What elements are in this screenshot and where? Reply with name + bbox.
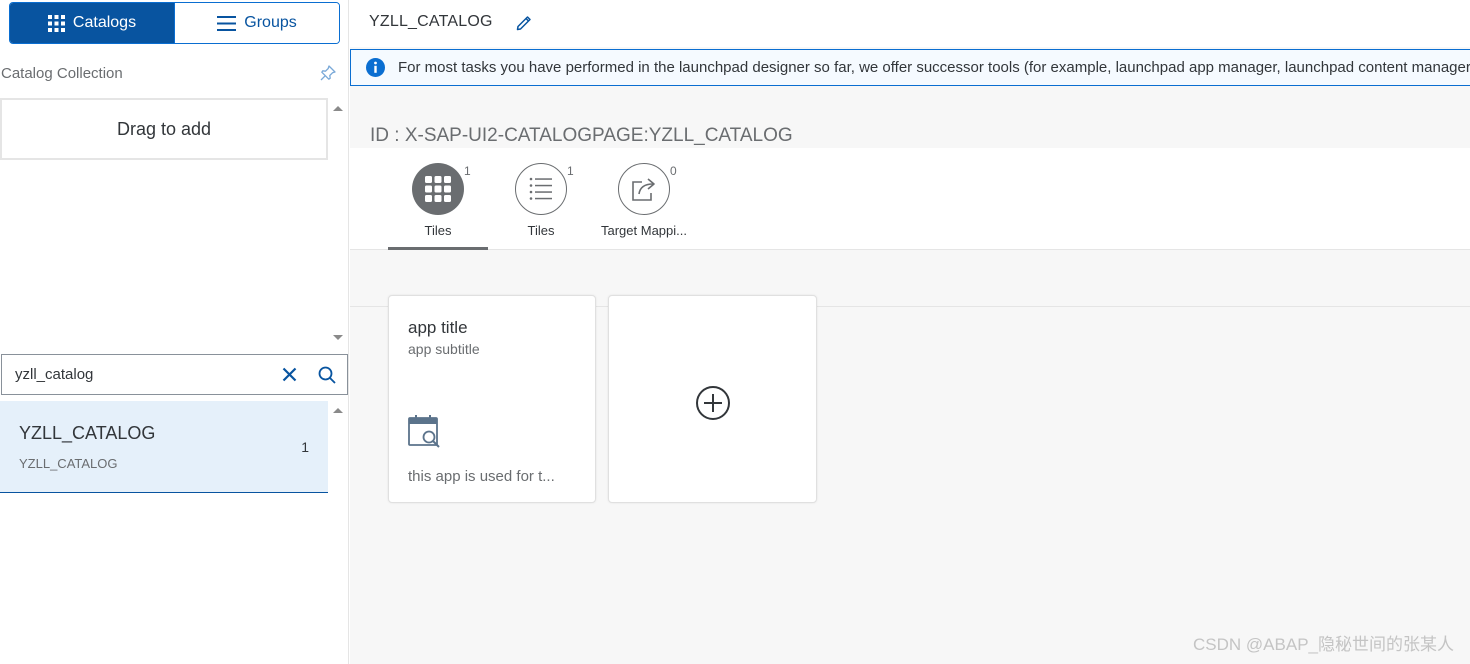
tab-count: 1	[567, 164, 574, 178]
tile-footer: this app is used for t...	[408, 468, 555, 485]
share-icon	[632, 178, 655, 201]
tab-label: Tiles	[527, 223, 555, 238]
tab-icon-circle	[515, 163, 567, 215]
launchpad-designer: Catalogs Groups Catalog Collection Drag …	[0, 0, 1470, 664]
drop-area-text: Drag to add	[116, 118, 212, 139]
list-icon	[529, 177, 552, 200]
detail-header: YZLL_CATALOG	[350, 0, 1470, 47]
tab-label: Tiles	[424, 223, 452, 238]
tab-label: Target Mappi...	[601, 223, 687, 238]
info-icon	[366, 58, 385, 77]
catalog-item-subtitle: YZLL_CATALOG	[19, 456, 118, 471]
catalogs-button[interactable]: Catalogs	[10, 3, 174, 43]
groups-button[interactable]: Groups	[174, 3, 339, 43]
grid-icon	[425, 176, 451, 202]
tab-tiles-list[interactable]: 1 Tiles	[491, 163, 591, 250]
tile-title: app title	[408, 318, 468, 337]
scroll-down-arrow[interactable]	[333, 335, 343, 340]
info-message-strip: For most tasks you have performed in the…	[350, 49, 1470, 86]
catalog-collection-label: Catalog Collection	[1, 65, 123, 82]
edit-icon[interactable]	[515, 13, 534, 32]
catalog-detail: YZLL_CATALOG For most tasks you have per…	[350, 0, 1470, 664]
menu-icon	[217, 15, 237, 31]
search-button[interactable]	[307, 357, 347, 393]
tab-selected-indicator	[388, 247, 488, 250]
clear-search-button[interactable]	[271, 357, 307, 393]
tab-count: 0	[670, 164, 677, 178]
catalogs-label: Catalogs	[72, 14, 137, 31]
search-input[interactable]: yzll_catalog	[2, 366, 271, 383]
add-tile[interactable]	[608, 295, 817, 503]
drop-area[interactable]: Drag to add	[0, 98, 328, 160]
app-tile[interactable]: app title app subtitle this app is used …	[388, 295, 596, 503]
tab-icon-circle	[412, 163, 464, 215]
watermark: CSDN @ABAP_隐秘世间的张某人	[1193, 635, 1454, 654]
tab-count: 1	[464, 164, 471, 178]
close-icon	[282, 367, 296, 382]
groups-label: Groups	[244, 14, 297, 31]
catalog-search-field[interactable]: yzll_catalog	[1, 354, 348, 395]
scroll-up-arrow[interactable]	[333, 408, 343, 413]
scroll-up-arrow[interactable]	[333, 106, 343, 111]
grid-icon	[47, 14, 65, 32]
icon-tab-bar: 1 Tiles 1 Tiles 0 Target Mappi...	[350, 148, 1470, 250]
info-message-text: For most tasks you have performed in the…	[398, 59, 1470, 76]
tile-subtitle: app subtitle	[408, 341, 480, 357]
calendar-search-icon	[408, 415, 440, 448]
add-circle-icon	[696, 386, 730, 420]
catalog-item-title: YZLL_CATALOG	[19, 423, 156, 443]
view-switch: Catalogs Groups	[9, 2, 340, 44]
search-icon	[318, 366, 336, 384]
tab-icon-circle	[618, 163, 670, 215]
tab-tiles[interactable]: 1 Tiles	[388, 163, 488, 250]
catalog-title: YZLL_CATALOG	[369, 13, 493, 30]
catalog-item-count: 1	[301, 439, 309, 455]
pin-icon[interactable]	[319, 64, 337, 82]
catalog-list-item[interactable]: YZLL_CATALOG YZLL_CATALOG 1	[0, 401, 328, 493]
tab-target-mappings[interactable]: 0 Target Mappi...	[594, 163, 694, 250]
catalog-id: ID : X-SAP-UI2-CATALOGPAGE:YZLL_CATALOG	[370, 125, 793, 146]
left-panel: Catalogs Groups Catalog Collection Drag …	[0, 0, 349, 664]
